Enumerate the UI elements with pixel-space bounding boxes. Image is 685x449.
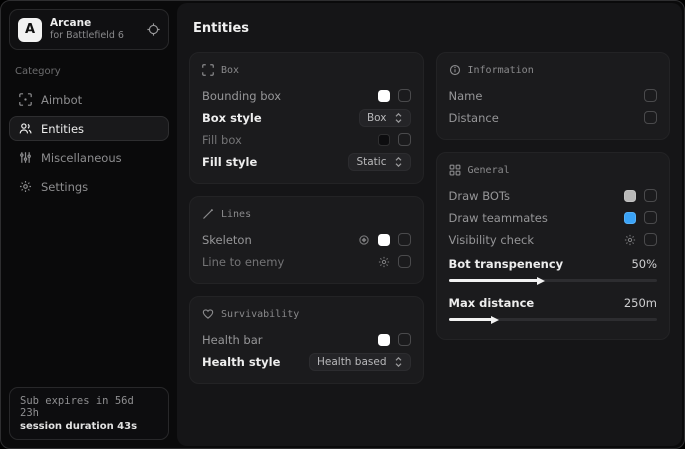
bot-transparency-value: 50% [631,257,657,271]
setting-row-health-bar: Health bar [202,329,411,350]
setting-row-bounding-box: Bounding box [202,85,411,106]
setting-row-skeleton: Skeleton [202,229,411,250]
max-distance-slider[interactable] [449,318,658,321]
sidebar-item-aimbot[interactable]: Aimbot [9,87,169,112]
heart-icon [202,308,214,320]
sidebar-item-label: Settings [41,180,88,194]
category-label: Category [15,66,163,77]
card-title-label: Lines [221,209,251,220]
color-swatch[interactable] [624,190,636,202]
app-subtitle: for Battlefield 6 [50,30,139,42]
sidebar-item-entities[interactable]: Entities [9,116,169,141]
sidebar-item-miscellaneous[interactable]: Miscellaneous [9,145,169,170]
sidebar-item-label: Entities [41,122,84,136]
app-logo-card: A Arcane for Battlefield 6 [9,9,169,50]
main-panel: Entities Box B [177,3,682,446]
session-duration-text: session duration 43s [20,421,158,432]
card-information: Information Name Distance [436,52,671,140]
color-swatch[interactable] [624,212,636,224]
skeleton-checkbox[interactable] [398,233,411,246]
grid-icon [449,164,461,176]
max-distance-value: 250m [624,296,657,310]
slider-thumb[interactable] [491,316,499,324]
gear-icon [18,180,32,193]
app-window: A Arcane for Battlefield 6 Category [0,0,685,449]
sidebar-item-label: Aimbot [41,93,82,107]
card-title-label: Survivability [221,309,299,320]
card-title-label: General [468,165,510,176]
card-lines: Lines Skeleton [189,196,424,284]
card-title-label: Information [468,65,534,76]
visibility-check-checkbox[interactable] [644,233,657,246]
fill-box-checkbox[interactable] [398,133,411,146]
app-name: Arcane [50,17,139,30]
setting-row-health-style: Health style Health based [202,351,411,372]
setting-row-fill-style: Fill style Static [202,151,411,172]
app-logo: A [18,18,42,42]
card-general: General Draw BOTs Draw teammates [436,152,671,340]
page-title: Entities [193,21,670,36]
color-swatch[interactable] [378,90,390,102]
setting-row-draw-bots: Draw BOTs [449,185,658,206]
setting-row-distance: Distance [449,107,658,128]
health-bar-checkbox[interactable] [398,333,411,346]
bot-transparency-slider-group: Bot transpenency 50% [449,255,658,282]
slider-thumb[interactable] [537,277,545,285]
users-icon [18,122,32,135]
bounding-box-checkbox[interactable] [398,89,411,102]
bot-transparency-slider[interactable] [449,279,658,282]
name-checkbox[interactable] [644,89,657,102]
line-config-gear-icon[interactable] [378,256,390,268]
sub-expiry-text: Sub expires in 56d 23h [20,395,158,419]
setting-row-name: Name [449,85,658,106]
draw-bots-checkbox[interactable] [644,189,657,202]
card-box: Box Bounding box Box style Box [189,52,424,184]
line-to-enemy-checkbox[interactable] [398,255,411,268]
visibility-config-gear-icon[interactable] [624,234,636,246]
aimbot-scan-icon [18,93,32,106]
scan-box-icon [202,64,214,76]
health-style-dropdown[interactable]: Health based [309,353,411,371]
sliders-icon [18,151,32,164]
chevron-up-down-icon [394,157,403,167]
crosshair-icon[interactable] [147,23,160,36]
fill-style-dropdown[interactable]: Static [348,153,410,171]
color-swatch[interactable] [378,134,390,146]
setting-row-box-style: Box style Box [202,107,411,128]
setting-row-draw-teammates: Draw teammates [449,207,658,228]
subscription-info: Sub expires in 56d 23h session duration … [9,387,169,440]
setting-row-line-to-enemy: Line to enemy [202,251,411,272]
max-distance-slider-group: Max distance 250m [449,294,658,321]
sidebar-item-settings[interactable]: Settings [9,174,169,199]
card-title-label: Box [221,65,239,76]
info-icon [449,64,461,76]
color-swatch[interactable] [378,334,390,346]
color-swatch[interactable] [378,234,390,246]
box-style-dropdown[interactable]: Box [359,109,411,127]
chevron-up-down-icon [394,357,403,367]
card-survivability: Survivability Health bar Health style He… [189,296,424,384]
pencil-line-icon [202,208,214,220]
skeleton-config-icon[interactable] [358,234,370,246]
setting-row-fill-box: Fill box [202,129,411,150]
distance-checkbox[interactable] [644,111,657,124]
sidebar-item-label: Miscellaneous [41,151,122,165]
chevron-up-down-icon [394,113,403,123]
setting-row-visibility-check: Visibility check [449,229,658,250]
draw-teammates-checkbox[interactable] [644,211,657,224]
sidebar: A Arcane for Battlefield 6 Category [1,1,177,448]
